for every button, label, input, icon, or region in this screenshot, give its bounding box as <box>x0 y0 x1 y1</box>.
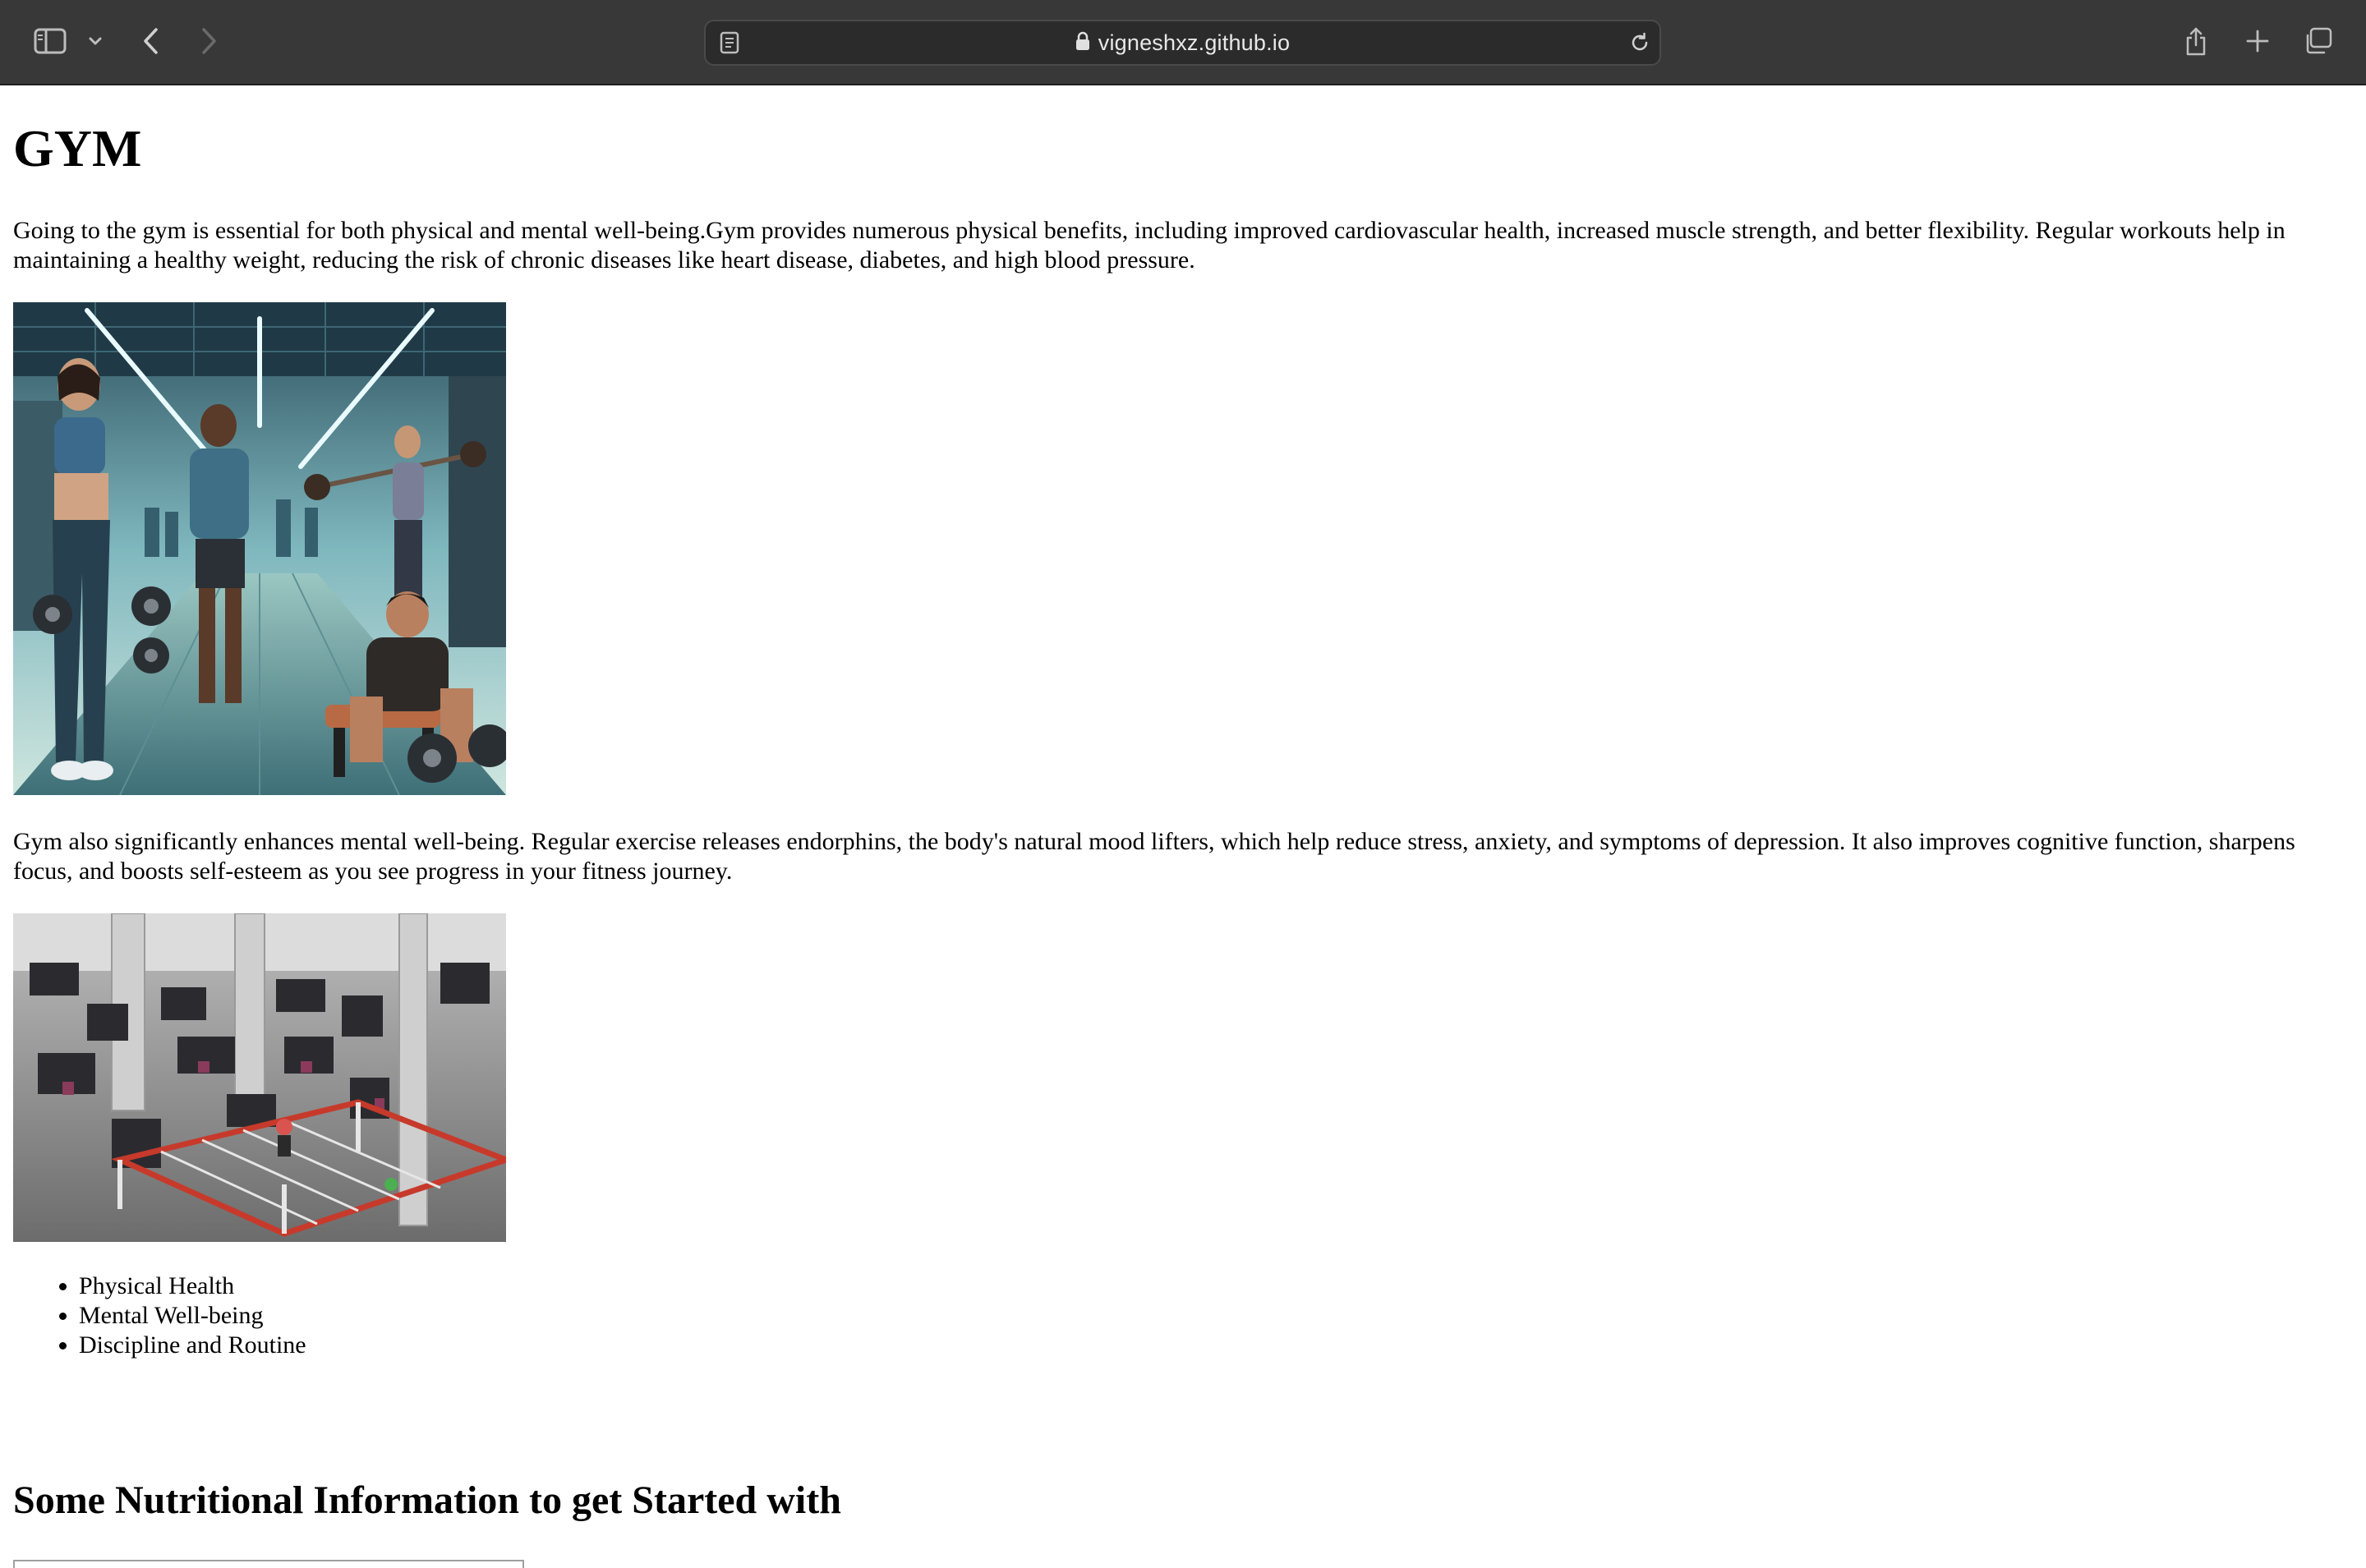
tabs-overview-button[interactable] <box>2302 25 2335 57</box>
sidebar-menu-button[interactable] <box>85 31 105 51</box>
address-bar[interactable]: vigneshxz.github.io <box>704 20 1661 66</box>
chevron-down-icon <box>88 36 103 46</box>
tabs-overview-icon <box>2304 26 2333 56</box>
back-icon <box>142 27 160 55</box>
share-button[interactable] <box>2181 23 2211 59</box>
list-item: Discipline and Routine <box>79 1331 306 1360</box>
gym-floor-photo <box>13 913 506 1242</box>
list-item: Physical Health <box>79 1271 306 1301</box>
nutrition-heading: Some Nutritional Information to get Star… <box>13 1478 841 1522</box>
url-text: vigneshxz.github.io <box>1098 30 1291 55</box>
gym-illustration-image <box>13 302 506 795</box>
sidebar-toggle-button[interactable] <box>31 25 69 57</box>
back-button[interactable] <box>136 25 166 57</box>
lock-icon <box>1075 31 1090 55</box>
mental-paragraph: Gym also significantly enhances mental w… <box>13 828 2295 885</box>
nutrition-table <box>13 1560 524 1568</box>
reload-icon <box>1628 31 1651 54</box>
forward-button[interactable] <box>194 25 223 57</box>
page-title: GYM <box>13 119 142 177</box>
new-tab-button[interactable] <box>2243 26 2272 56</box>
benefits-list: Physical Health Mental Well-being Discip… <box>13 1271 306 1360</box>
new-tab-icon <box>2246 30 2269 53</box>
sidebar-icon <box>34 28 67 54</box>
forward-icon <box>200 27 218 55</box>
list-item: Mental Well-being <box>79 1301 306 1331</box>
intro-paragraph: Going to the gym is essential for both p… <box>13 217 2285 274</box>
browser-toolbar: vigneshxz.github.io <box>0 0 2366 85</box>
share-icon <box>2184 25 2208 57</box>
reload-button[interactable] <box>1627 30 1652 56</box>
